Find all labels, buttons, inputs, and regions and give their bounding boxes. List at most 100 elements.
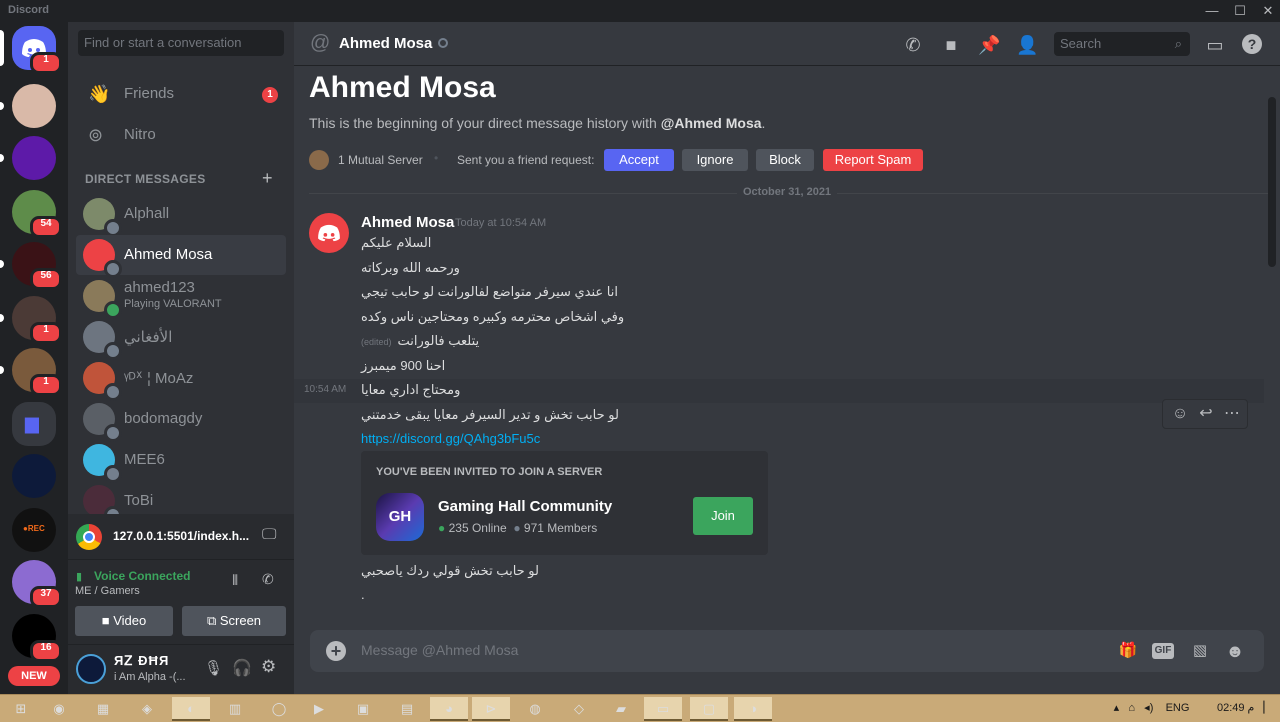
server-baby[interactable]: [12, 84, 56, 128]
vscode-icon[interactable]: ⊳: [472, 697, 510, 721]
emoji-icon[interactable]: ☻: [1223, 640, 1247, 662]
sticker-icon[interactable]: ▧: [1188, 640, 1212, 662]
mutual-servers[interactable]: 1 Mutual Server: [338, 153, 423, 167]
server-anime[interactable]: 37: [12, 560, 62, 608]
dm-item[interactable]: Ahmed Mosa: [76, 235, 286, 278]
add-friend-icon[interactable]: 👤: [1016, 34, 1038, 56]
network-icon[interactable]: ⌂: [1128, 702, 1135, 714]
server-portrait[interactable]: 1: [12, 296, 62, 344]
disconnect-icon[interactable]: ✆: [262, 571, 274, 588]
close-button[interactable]: ✕: [1254, 2, 1280, 20]
user-status: i Am Alpha -(...: [114, 671, 186, 683]
minimize-button[interactable]: —: [1198, 2, 1226, 20]
inbox-icon[interactable]: ▭: [1204, 34, 1226, 56]
invite-link[interactable]: https://discord.gg/QAhg3bFu5c: [361, 431, 540, 446]
message-composer[interactable]: + Message @Ahmed Mosa 🎁 GIF ▧ ☻: [310, 630, 1264, 672]
voice-call-icon[interactable]: ✆: [902, 34, 924, 56]
ignore-button[interactable]: Ignore: [682, 149, 748, 171]
gif-button[interactable]: GIF: [1152, 643, 1174, 659]
voice-channel[interactable]: ME / Gamers: [75, 585, 140, 597]
language-indicator[interactable]: ENG: [1166, 702, 1190, 714]
message-input[interactable]: Message @Ahmed Mosa: [361, 642, 518, 658]
message-action-bar: ☺ ↩ ⋯: [1162, 399, 1248, 429]
notes-icon[interactable]: ▰: [602, 697, 640, 721]
new-badge[interactable]: NEW: [8, 666, 60, 686]
app-icon[interactable]: ▥: [216, 697, 254, 721]
more-options-icon[interactable]: ⋯: [1221, 404, 1243, 424]
discord-taskbar-icon[interactable]: ◕: [430, 697, 468, 721]
user-avatar[interactable]: [76, 654, 106, 684]
app-icon[interactable]: ◈: [128, 697, 166, 721]
create-dm-icon[interactable]: +: [262, 168, 273, 189]
app-icon[interactable]: ◇: [560, 697, 598, 721]
message-line: لو حابب تخش و تدير السيرفر معايا يبقى خد…: [361, 407, 619, 422]
conversation-search[interactable]: Find or start a conversation: [78, 30, 284, 56]
server-folder[interactable]: ▆: [12, 402, 56, 446]
dm-item[interactable]: bodomagdy: [76, 399, 286, 442]
settings-gear-icon[interactable]: ⚙: [261, 657, 276, 677]
mutual-server-icon[interactable]: [309, 150, 329, 170]
stream-screen-icon[interactable]: 🖵: [262, 526, 276, 543]
nitro-nav[interactable]: ⊚ Nitro: [76, 115, 286, 155]
accept-button[interactable]: Accept: [604, 149, 674, 171]
header-search-input[interactable]: Search ⌕: [1054, 32, 1190, 56]
dm-item[interactable]: ᵞᴰᕁ ¦ MoAz: [76, 358, 286, 401]
screen-share-button[interactable]: ⧉ Screen: [182, 606, 286, 636]
server-landscape[interactable]: 54: [12, 190, 62, 238]
firefox-icon[interactable]: ◍: [516, 697, 554, 721]
server-avatar[interactable]: 1: [12, 348, 62, 396]
message-scroller[interactable]: Ahmed Mosa This is the beginning of your…: [294, 67, 1280, 630]
chrome-taskbar-icon[interactable]: ◐: [172, 697, 210, 721]
dm-item[interactable]: ahmed123 Playing VALORANT: [76, 276, 286, 319]
pinned-messages-icon[interactable]: 📌: [978, 34, 1000, 56]
chrome-window-icon[interactable]: ◑: [734, 697, 772, 721]
reply-icon[interactable]: ↩: [1195, 404, 1217, 424]
block-button[interactable]: Block: [756, 149, 814, 171]
explorer-icon[interactable]: ▭: [644, 697, 682, 721]
system-tray: ▴ ⌂ ◂) ENG 02:49 م ▏: [1114, 701, 1272, 714]
noise-suppression-icon[interactable]: ⦀: [232, 572, 238, 589]
stream-panel: 127.0.0.1:5501/index.h... 🖵: [68, 514, 294, 560]
server-purple[interactable]: [12, 136, 56, 180]
show-desktop[interactable]: ▏: [1264, 702, 1272, 714]
volume-icon[interactable]: ◂): [1144, 702, 1153, 714]
author-avatar[interactable]: [309, 213, 349, 253]
tray-arrow-icon[interactable]: ▴: [1114, 702, 1120, 714]
friends-nav[interactable]: 👋 Friends 1: [76, 74, 286, 114]
video-button[interactable]: ■ Video: [75, 606, 173, 636]
dm-item[interactable]: Alphall: [76, 194, 286, 237]
scrollbar-thumb[interactable]: [1268, 97, 1276, 267]
server-ghost[interactable]: 16: [12, 614, 62, 662]
server-rec[interactable]: ●REC: [12, 508, 56, 552]
maximize-button[interactable]: ☐: [1226, 2, 1254, 20]
home-button[interactable]: 1: [12, 26, 62, 74]
youtube-icon[interactable]: ▶: [300, 697, 338, 721]
help-icon[interactable]: ?: [1242, 34, 1262, 54]
app-icon[interactable]: ▤: [388, 697, 426, 721]
clock-time[interactable]: 02:49: [1217, 702, 1245, 714]
dm-item[interactable]: الأفغاني: [76, 317, 286, 360]
app-icon[interactable]: ▦: [84, 697, 122, 721]
join-server-button[interactable]: Join: [693, 497, 753, 535]
dm-item[interactable]: MEE6: [76, 440, 286, 483]
app-icon[interactable]: ▢: [690, 697, 728, 721]
start-icon[interactable]: ⊞: [2, 697, 40, 721]
gift-icon[interactable]: 🎁: [1116, 640, 1140, 662]
add-reaction-icon[interactable]: ☺: [1169, 404, 1191, 424]
whatsapp-icon[interactable]: ◉: [40, 697, 78, 721]
microphone-icon[interactable]: 🎙: [204, 659, 223, 677]
server-icon[interactable]: GH: [376, 493, 424, 541]
message-line: السلام عليكم: [361, 235, 432, 250]
app-icon[interactable]: ◯: [260, 697, 298, 721]
message-author[interactable]: Ahmed Mosa: [361, 214, 454, 231]
upload-plus-icon[interactable]: +: [326, 641, 346, 661]
app-icon[interactable]: ▣: [344, 697, 382, 721]
video-call-icon[interactable]: ■: [940, 34, 962, 56]
headphones-icon[interactable]: 🎧: [232, 658, 252, 678]
voice-status[interactable]: Voice Connected: [94, 569, 190, 583]
server-valorant[interactable]: [12, 454, 56, 498]
friend-request-text: Sent you a friend request:: [457, 153, 595, 167]
server-dark-red[interactable]: 56: [12, 242, 62, 290]
invite-server-name[interactable]: Gaming Hall Community: [438, 498, 612, 515]
report-spam-button[interactable]: Report Spam: [823, 149, 923, 171]
